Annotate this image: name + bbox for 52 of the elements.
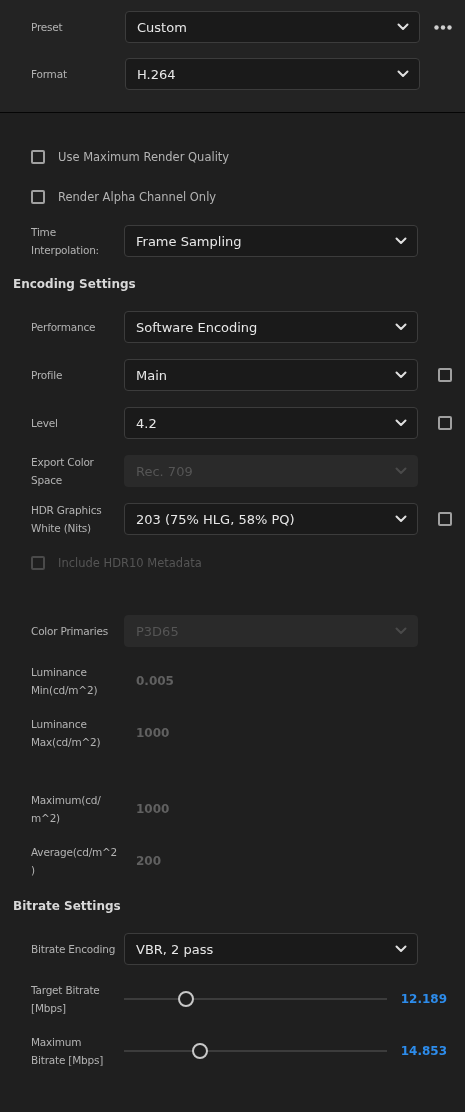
field-label: Maximum Bitrate [Mbps] xyxy=(30,1035,105,1068)
dropdown[interactable]: Custom xyxy=(125,11,420,43)
chevron-down-icon xyxy=(395,323,407,331)
field-label: Color Primaries xyxy=(30,624,109,639)
field-label: Format xyxy=(30,67,68,82)
field-label: Luminance Max(cd/m^2) xyxy=(30,717,102,750)
slider-thumb[interactable] xyxy=(178,991,195,1007)
chevron-down-icon xyxy=(397,23,409,31)
field-label: Performance xyxy=(30,320,97,335)
checkbox-label: Render Alpha Channel Only xyxy=(58,190,217,204)
value-text: 1000 xyxy=(135,726,171,740)
chevron-down-icon xyxy=(397,70,409,78)
dropdown[interactable]: Main xyxy=(124,359,418,391)
chevron-down-icon xyxy=(395,371,407,379)
value-text: 0.005 xyxy=(135,674,175,688)
field-label: Luminance Min(cd/m^2) xyxy=(30,665,99,698)
chevron-down-icon xyxy=(395,945,407,953)
checkbox[interactable] xyxy=(437,512,452,526)
dropdown[interactable]: Software Encoding xyxy=(124,311,418,343)
checkbox-label: Use Maximum Render Quality xyxy=(58,150,230,164)
chevron-down-icon xyxy=(395,627,407,635)
slider-value[interactable]: 12.189 xyxy=(395,992,465,1006)
chevron-down-icon xyxy=(395,515,407,523)
section-heading: Bitrate Settings xyxy=(13,899,121,913)
checkbox[interactable] xyxy=(437,416,452,430)
more-icon[interactable] xyxy=(433,24,452,30)
dropdown[interactable]: 203 (75% HLG, 58% PQ) xyxy=(124,503,418,535)
field-label: Export Color Space xyxy=(30,455,95,488)
field-label: Profile xyxy=(30,368,64,383)
dropdown[interactable]: H.264 xyxy=(125,58,420,90)
checkbox[interactable] xyxy=(31,190,45,204)
checkbox[interactable] xyxy=(31,150,45,164)
field-label: Time Interpolation: xyxy=(30,225,100,258)
checkbox[interactable] xyxy=(437,368,452,382)
slider-thumb[interactable] xyxy=(192,1043,209,1059)
value-text: 1000 xyxy=(135,802,171,816)
chevron-down-icon xyxy=(395,237,407,245)
field-label: Level xyxy=(30,416,59,431)
chevron-down-icon xyxy=(395,419,407,427)
section-heading: Encoding Settings xyxy=(13,277,136,291)
dropdown[interactable]: VBR, 2 pass xyxy=(124,933,418,965)
value-text: 200 xyxy=(135,854,163,868)
field-label: Average(cd/m^2) xyxy=(30,845,119,878)
field-label: Preset xyxy=(30,20,64,35)
dropdown[interactable]: 4.2 xyxy=(124,407,418,439)
field-label: Target Bitrate [Mbps] xyxy=(30,983,101,1016)
dropdown[interactable]: Frame Sampling xyxy=(124,225,418,257)
field-label: Bitrate Encoding xyxy=(30,942,117,957)
chevron-down-icon xyxy=(395,467,407,475)
field-label: Maximum(cd/ m^2) xyxy=(30,793,102,826)
field-label: HDR Graphics White (Nits) xyxy=(30,503,103,536)
slider-value[interactable]: 14.853 xyxy=(395,1044,465,1058)
